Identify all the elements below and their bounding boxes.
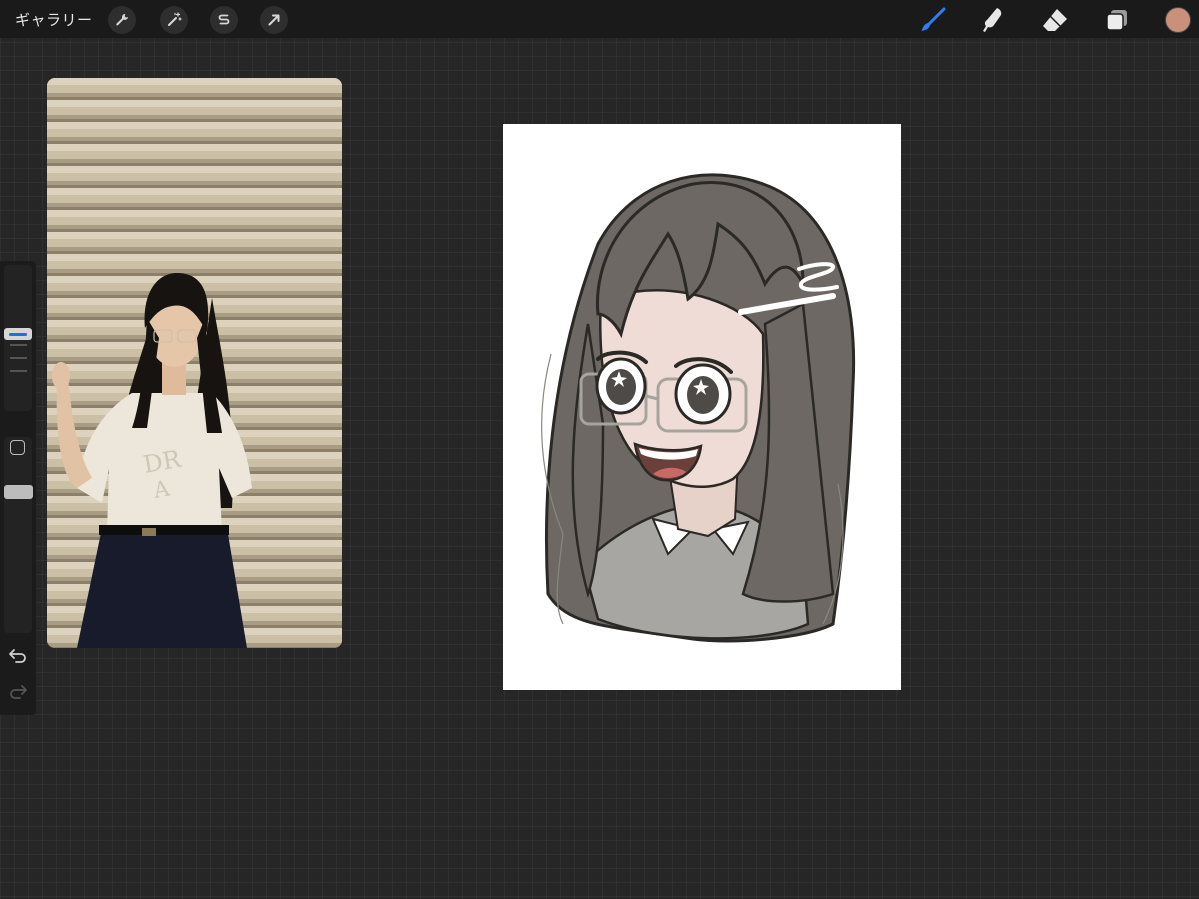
eraser-icon[interactable]: [1040, 5, 1070, 35]
size-tick: [10, 370, 27, 372]
drawing-canvas[interactable]: [503, 124, 901, 690]
undo-icon[interactable]: [8, 646, 28, 664]
transform-arrow-icon[interactable]: [260, 6, 288, 34]
selection-icon[interactable]: [210, 6, 238, 34]
reference-photo[interactable]: DR A: [47, 78, 342, 648]
reference-photo-image: DR A: [47, 78, 342, 648]
modify-button[interactable]: [10, 440, 25, 455]
smudge-icon[interactable]: [978, 5, 1008, 35]
size-tick: [10, 344, 27, 346]
brush-icon[interactable]: [918, 5, 948, 35]
opacity-slider[interactable]: [4, 437, 32, 633]
size-indicator: [9, 332, 27, 336]
magic-wand-icon[interactable]: [160, 6, 188, 34]
wrench-icon[interactable]: [108, 6, 136, 34]
anime-girl-drawing: [541, 173, 856, 643]
redo-icon[interactable]: [8, 682, 28, 700]
size-tick: [10, 357, 27, 359]
layers-icon[interactable]: [1102, 5, 1132, 35]
opacity-thumb[interactable]: [4, 485, 33, 499]
gallery-button[interactable]: ギャラリー: [15, 9, 93, 30]
top-toolbar: ギャラリー: [0, 0, 1199, 38]
brush-size-thumb[interactable]: [4, 328, 32, 340]
color-picker-swatch[interactable]: [1165, 7, 1191, 33]
